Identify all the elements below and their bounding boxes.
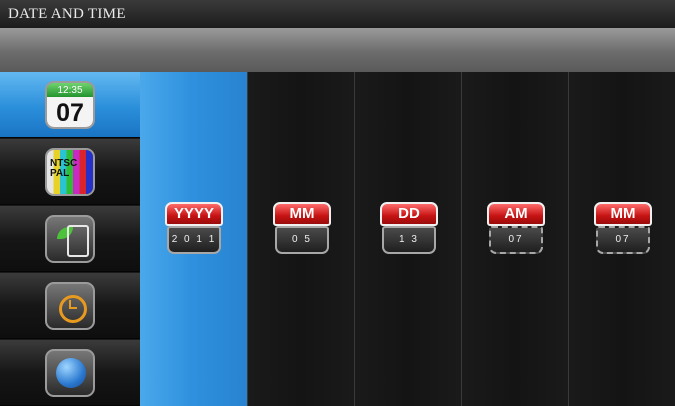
minute-label: MM [594, 202, 652, 226]
tv-test-pattern-icon: NTSC PAL [45, 148, 95, 196]
year-label: YYYY [165, 202, 223, 226]
sidebar-item-date-time[interactable]: 12:35 07 [0, 72, 140, 138]
am-pm-label: AM [487, 202, 545, 226]
tv-standard-text: NTSC PAL [50, 159, 77, 179]
toolbar-bar [0, 28, 675, 73]
globe-icon [45, 349, 95, 397]
day-column[interactable]: DD 1 3 [354, 72, 461, 406]
sidebar: 12:35 07 NTSC PAL [0, 72, 140, 406]
calendar-clock-icon: 12:35 07 [45, 81, 95, 129]
clock-icon [45, 282, 95, 330]
sidebar-item-video-standard[interactable]: NTSC PAL [0, 139, 140, 205]
sidebar-item-language[interactable] [0, 340, 140, 406]
document-shape [67, 225, 89, 257]
day-value: 1 3 [382, 226, 436, 254]
month-value: 0 5 [275, 226, 329, 254]
date-time-screen: DATE AND TIME 12:35 07 NTSC PAL YYYY 2 0… [0, 0, 675, 406]
month-spinner[interactable]: MM 0 5 [273, 202, 331, 256]
leaf-document-icon [45, 215, 95, 263]
clock-minute-hand [69, 307, 77, 309]
month-label: MM [273, 202, 331, 226]
month-column[interactable]: MM 0 5 [247, 72, 354, 406]
minute-column[interactable]: MM 07 [568, 72, 675, 406]
day-spinner[interactable]: DD 1 3 [380, 202, 438, 256]
calendar-time-text: 12:35 [47, 83, 93, 98]
hour-column[interactable]: AM 07 [461, 72, 568, 406]
page-title: DATE AND TIME [0, 0, 675, 28]
sidebar-item-eco-mode[interactable] [0, 206, 140, 272]
globe-sphere [56, 358, 86, 388]
year-column[interactable]: YYYY 2 0 1 1 [140, 72, 247, 406]
clock-ring [59, 295, 87, 323]
sidebar-item-timer[interactable] [0, 273, 140, 339]
day-label: DD [380, 202, 438, 226]
hour-spinner[interactable]: AM 07 [487, 202, 545, 256]
pal-label: PAL [50, 168, 70, 179]
year-value: 2 0 1 1 [167, 226, 221, 254]
hour-value: 07 [489, 226, 543, 254]
calendar-day-text: 07 [47, 97, 93, 127]
minute-value: 07 [596, 226, 650, 254]
year-spinner[interactable]: YYYY 2 0 1 1 [165, 202, 223, 256]
minute-spinner[interactable]: MM 07 [594, 202, 652, 256]
